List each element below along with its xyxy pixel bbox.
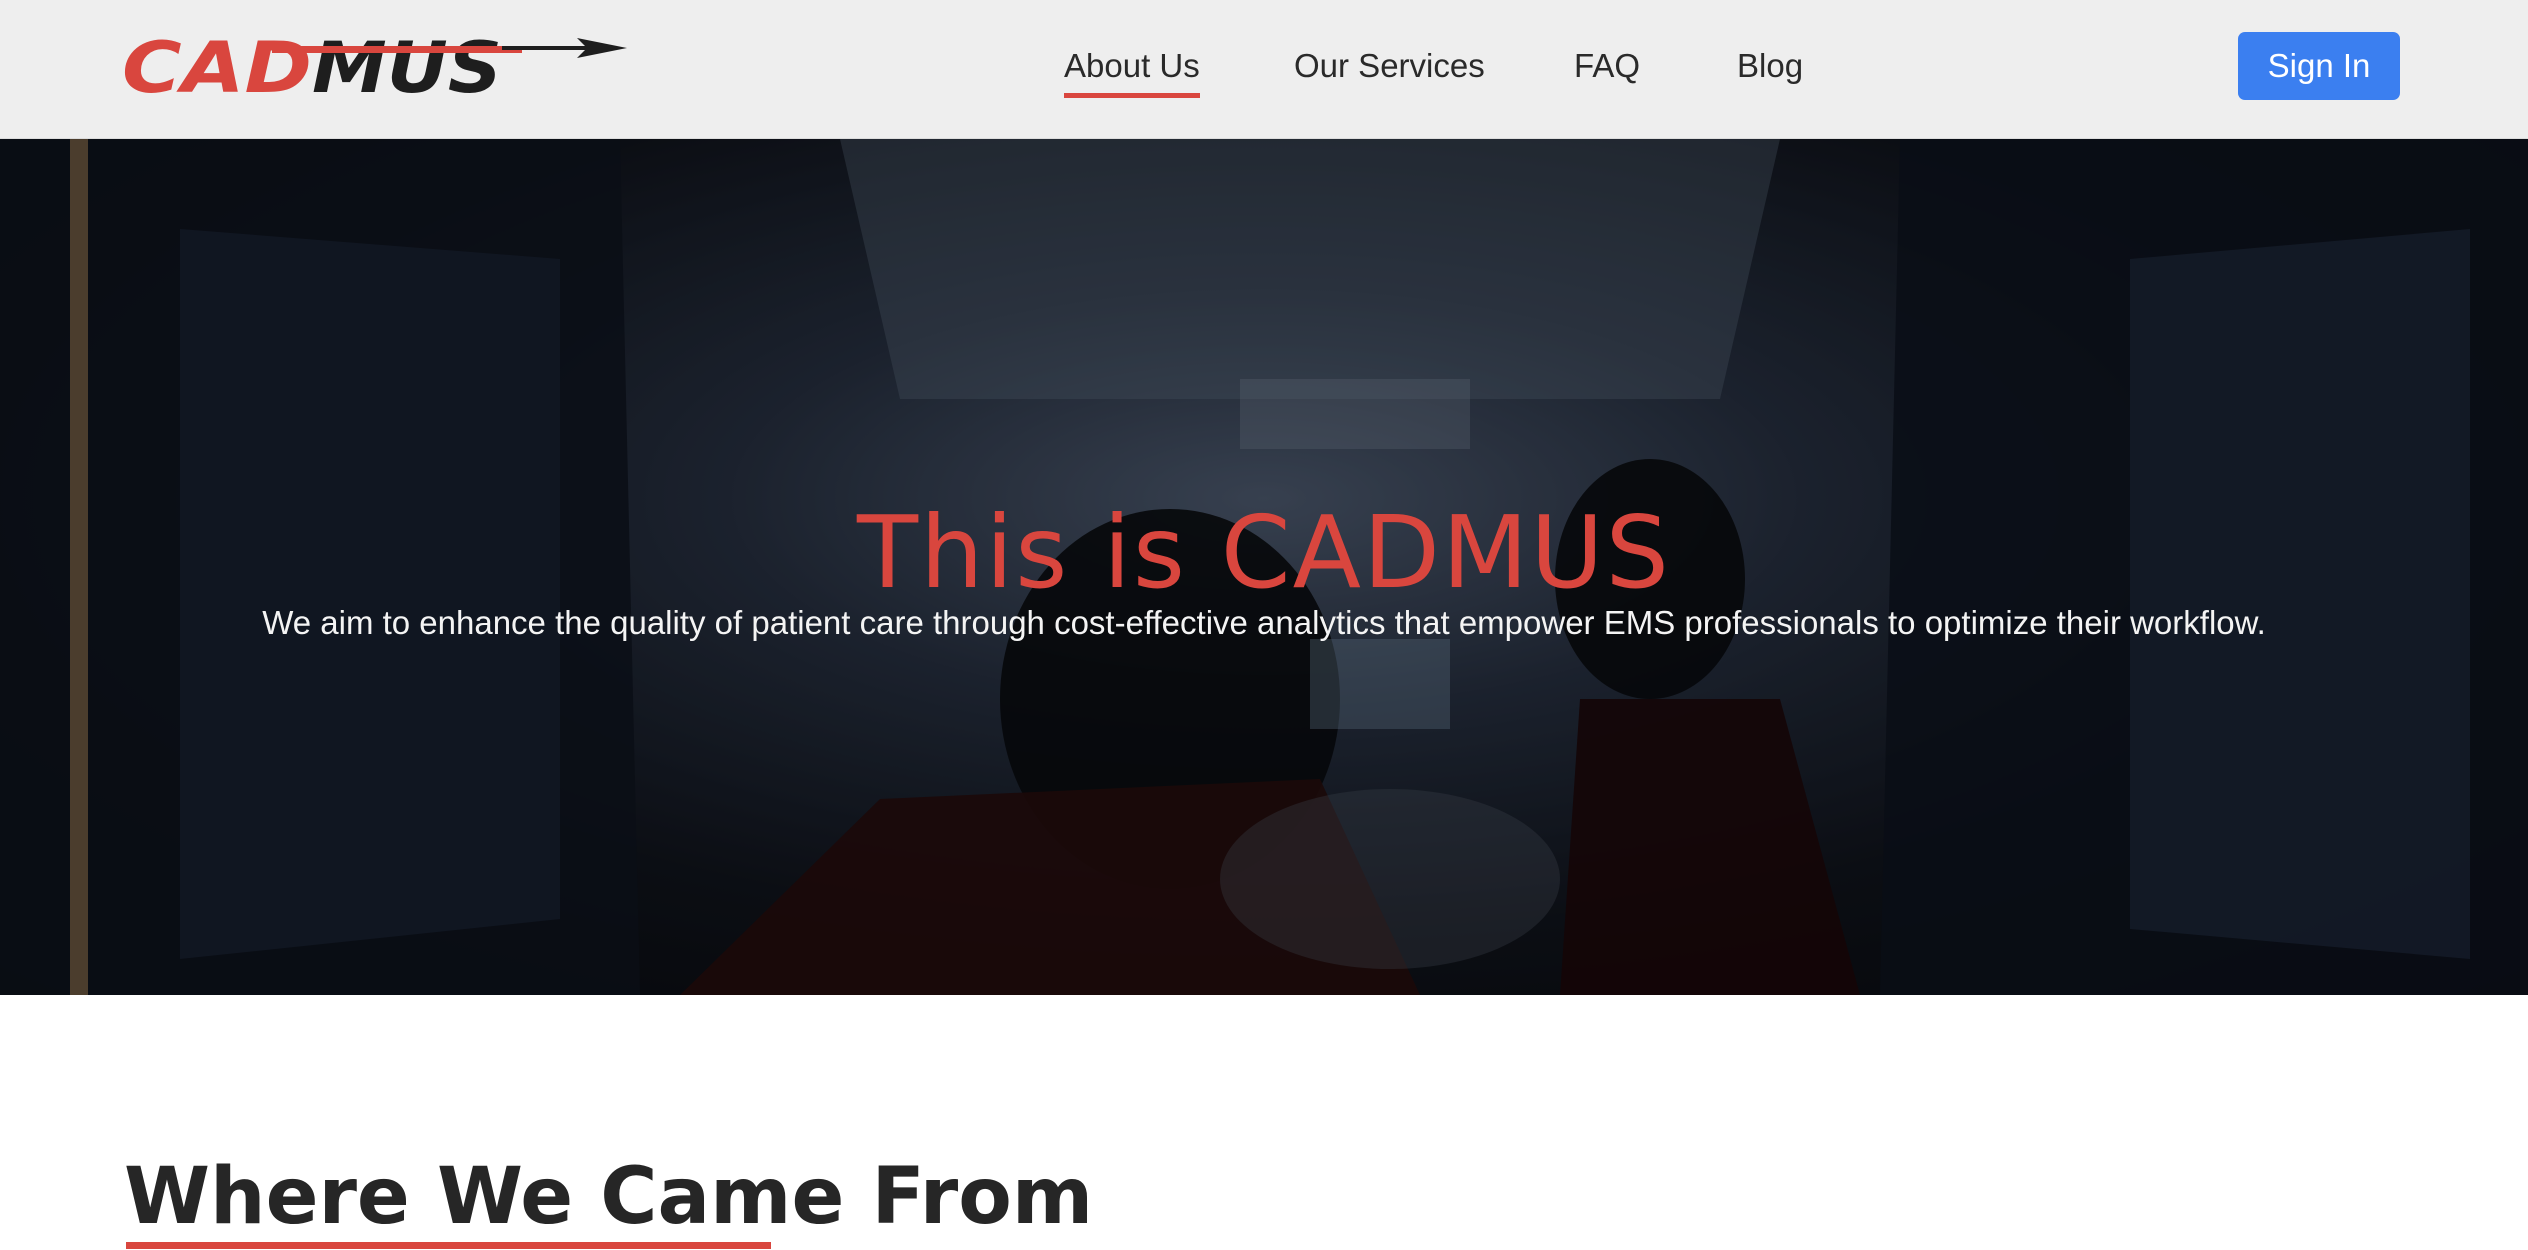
site-header: CAD MUS About Us Our Services FAQ Blog S… [0,0,2528,139]
hero-title: This is CADMUS [857,494,1671,611]
section-title: Where We Came From [124,1152,1094,1242]
nav-about-us[interactable]: About Us [1064,36,1200,98]
hero-banner: This is CADMUS We aim to enhance the qua… [0,139,2528,995]
hero-subtitle: We aim to enhance the quality of patient… [262,604,2266,641]
main-nav: About Us Our Services FAQ Blog [0,36,2528,106]
nav-faq[interactable]: FAQ [1574,36,1640,96]
section-title-underline [126,1242,771,1249]
sign-in-button[interactable]: Sign In [2238,32,2400,100]
nav-our-services[interactable]: Our Services [1294,36,1485,96]
nav-blog[interactable]: Blog [1737,36,1803,96]
